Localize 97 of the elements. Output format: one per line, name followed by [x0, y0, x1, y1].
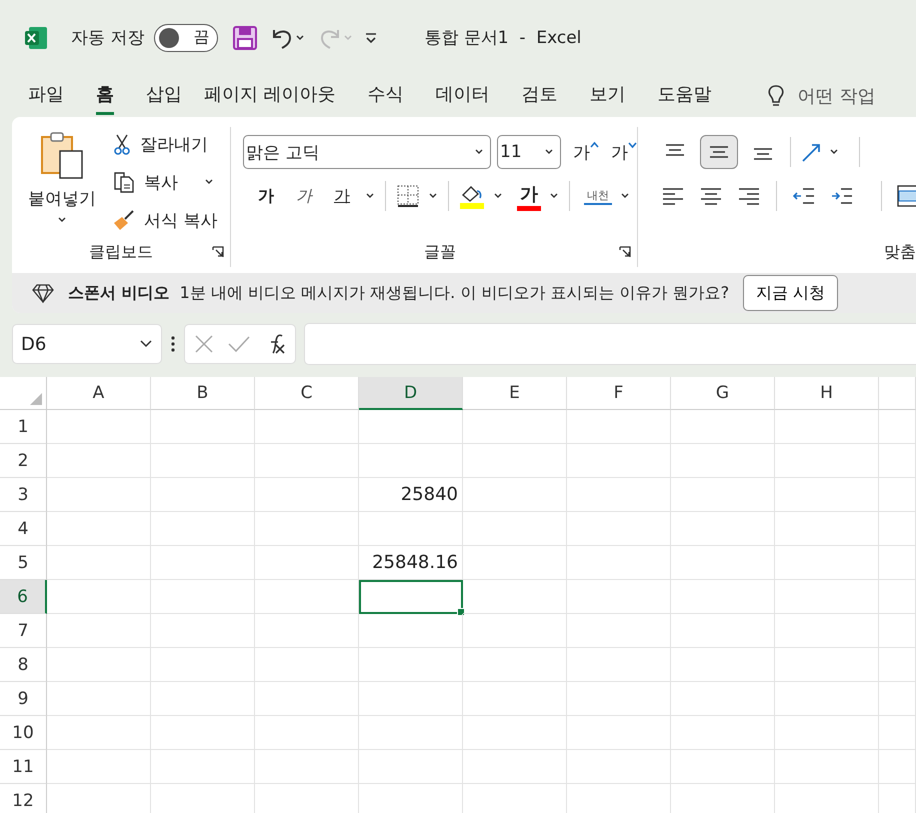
- italic-button[interactable]: 가: [289, 186, 319, 206]
- clipboard-icon: [39, 131, 85, 181]
- row-header[interactable]: 9: [0, 682, 47, 716]
- lightbulb-icon[interactable]: [766, 84, 786, 108]
- watch-now-button[interactable]: 지금 시청: [743, 275, 838, 311]
- caret-icon: [139, 339, 153, 349]
- row-header[interactable]: 6: [0, 580, 47, 614]
- column-header[interactable]: D: [359, 377, 463, 410]
- table-cell: [879, 444, 916, 478]
- dialog-launcher-icon[interactable]: [619, 246, 631, 258]
- table-cell: [879, 546, 916, 580]
- column-header[interactable]: A: [47, 377, 151, 410]
- message-title: 스폰서 비디오: [68, 282, 170, 304]
- copy-icon: [112, 171, 136, 193]
- row-header[interactable]: 12: [0, 784, 47, 813]
- table-cell: [879, 750, 916, 784]
- autosave-toggle[interactable]: 끔: [154, 24, 218, 52]
- row-header[interactable]: 8: [0, 648, 47, 682]
- table-cell: [879, 410, 916, 444]
- font-size-dropdown[interactable]: 11: [497, 135, 561, 169]
- caret-icon: [57, 216, 67, 224]
- align-left-icon[interactable]: [660, 186, 686, 206]
- column-header: [879, 377, 916, 410]
- row-header[interactable]: 3: [0, 478, 47, 512]
- table-cell: [879, 682, 916, 716]
- customize-toolbar-icon[interactable]: [364, 30, 378, 44]
- underline-button[interactable]: 가: [327, 186, 357, 206]
- row-header[interactable]: 1: [0, 410, 47, 444]
- column-header[interactable]: F: [567, 377, 671, 410]
- table-cell: [879, 580, 916, 614]
- increase-font-size-button[interactable]: 가: [573, 140, 599, 164]
- format-painter-button[interactable]: 서식 복사: [112, 205, 218, 235]
- table-cell: [879, 512, 916, 546]
- caret-icon: [474, 148, 484, 156]
- row-header[interactable]: 2: [0, 444, 47, 478]
- row-header[interactable]: 11: [0, 750, 47, 784]
- caret-icon[interactable]: [829, 148, 839, 156]
- ribbon-tab[interactable]: 삽입: [146, 78, 182, 114]
- dialog-launcher-icon[interactable]: [212, 246, 224, 258]
- merge-cells-icon[interactable]: [896, 184, 916, 208]
- font-name-dropdown[interactable]: 맑은 고딕: [243, 135, 491, 169]
- table-cell: 25840: [359, 478, 463, 512]
- cut-button[interactable]: 잘라내기: [112, 129, 218, 159]
- ribbon-tab[interactable]: 보기: [590, 78, 626, 114]
- caret-icon[interactable]: [620, 192, 630, 200]
- vertical-align-button[interactable]: [700, 135, 738, 169]
- save-icon[interactable]: [232, 24, 258, 50]
- formula-input[interactable]: [304, 323, 916, 365]
- caret-icon: [204, 178, 214, 186]
- table-cell: [879, 614, 916, 648]
- column-header[interactable]: G: [671, 377, 775, 410]
- caret-icon[interactable]: [549, 192, 559, 200]
- caret-icon: [544, 148, 554, 156]
- ribbon-tab[interactable]: 데이터: [436, 78, 490, 114]
- copy-button[interactable]: 복사: [112, 167, 218, 197]
- font-color-button[interactable]: 가: [517, 182, 541, 210]
- group-label: 글꼴: [424, 242, 456, 262]
- table-cell: [879, 648, 916, 682]
- paintbrush-icon: [112, 209, 136, 231]
- ribbon-tab[interactable]: 페이지 레이아웃: [204, 78, 336, 114]
- column-header[interactable]: B: [151, 377, 255, 410]
- message-text: 1분 내에 비디오 메시지가 재생됩니다. 이 비디오가 표시되는 이유가 뭔가요?: [180, 282, 730, 304]
- column-header[interactable]: E: [463, 377, 567, 410]
- group-label: 클립보드: [89, 242, 153, 262]
- decrease-font-size-button[interactable]: 가: [611, 140, 637, 164]
- align-center-icon[interactable]: [698, 186, 724, 206]
- ribbon-tab[interactable]: 수식: [368, 78, 404, 114]
- diamond-icon: [32, 283, 54, 303]
- column-header[interactable]: H: [775, 377, 879, 410]
- ribbon-tab[interactable]: 검토: [522, 78, 558, 114]
- row-header[interactable]: 10: [0, 716, 47, 750]
- caret-icon[interactable]: [493, 192, 503, 200]
- caret-icon[interactable]: [365, 192, 375, 200]
- ribbon-tab[interactable]: 도움말: [658, 78, 712, 114]
- align-right-icon[interactable]: [736, 186, 762, 206]
- spreadsheet-app-icon: [23, 24, 49, 50]
- bold-button[interactable]: 가: [251, 186, 281, 206]
- table-cell: [879, 478, 916, 512]
- paste-button[interactable]: 붙여넣기: [12, 127, 112, 237]
- borders-icon[interactable]: [396, 184, 420, 208]
- search-field[interactable]: 어떤 작업: [798, 86, 888, 106]
- phonetic-guide-button[interactable]: 내천: [584, 188, 612, 204]
- group-label: 맞춤: [884, 242, 916, 262]
- triangle-icon: [29, 392, 43, 406]
- increase-indent-icon[interactable]: [829, 186, 855, 206]
- table-cell: 25848.16: [359, 546, 463, 580]
- scissors-icon: [112, 133, 132, 155]
- ribbon-tab[interactable]: 파일: [28, 78, 64, 114]
- autosave-label: 자동 저장: [71, 27, 144, 49]
- caret-icon[interactable]: [428, 192, 438, 200]
- table-cell: [879, 716, 916, 750]
- name-box[interactable]: D6: [12, 324, 162, 364]
- row-header[interactable]: 4: [0, 512, 47, 546]
- row-header[interactable]: 7: [0, 614, 47, 648]
- window-title: 통합 문서1 - Excel: [424, 27, 582, 49]
- more-options-icon[interactable]: [170, 335, 176, 353]
- decrease-indent-icon[interactable]: [791, 186, 817, 206]
